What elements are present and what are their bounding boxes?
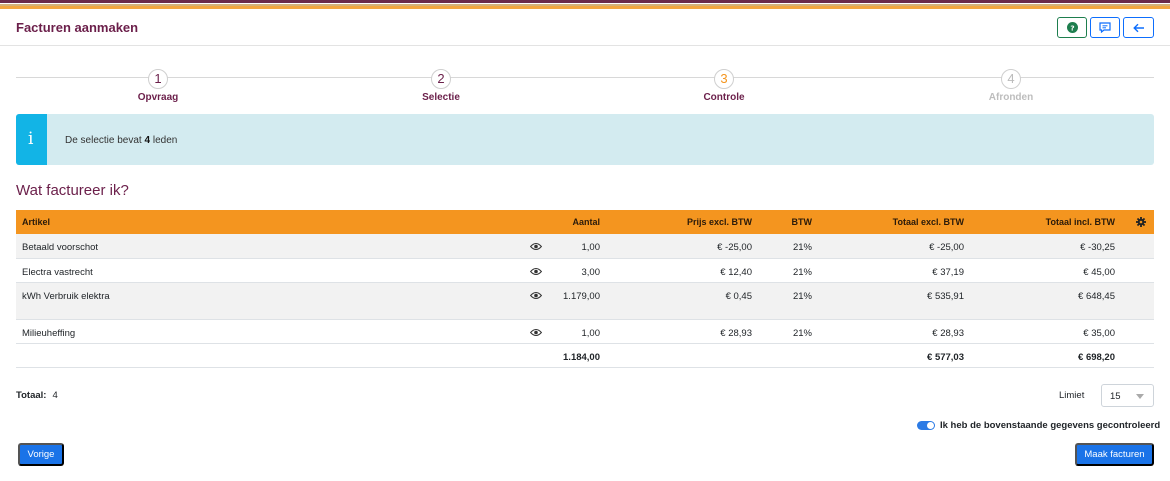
artikel-cell: Betaald voorschot <box>22 242 99 253</box>
info-text: De selectie bevat 4 leden <box>65 135 178 146</box>
back-button[interactable] <box>1123 17 1154 38</box>
step-number: 4 <box>1001 69 1021 89</box>
btw-cell: 21% <box>792 328 812 339</box>
comment-button[interactable] <box>1090 17 1120 38</box>
prijs-cell: € 0,45 <box>725 291 752 302</box>
step-number: 2 <box>431 69 451 89</box>
prijs-cell: € 28,93 <box>720 328 752 339</box>
aantal-cell: 1.179,00 <box>563 291 600 302</box>
totaal-incl-cell: € 45,00 <box>1083 267 1115 278</box>
confirm-toggle[interactable] <box>917 420 935 430</box>
view-row-button[interactable] <box>530 283 546 319</box>
totaal-incl-cell: € 648,45 <box>1078 291 1115 302</box>
limit-select[interactable]: 15 <box>1101 384 1154 407</box>
info-bar: i <box>16 114 47 165</box>
table-row: Betaald voorschot 1,00 € -25,00 21% € -2… <box>16 234 1154 259</box>
table-header: Artikel Aantal Prijs excl. BTW BTW Totaa… <box>16 210 1154 234</box>
create-invoices-button[interactable]: Maak facturen <box>1075 443 1154 466</box>
aantal-cell: 1,00 <box>581 328 601 339</box>
table-row: kWh Verbruik elektra 1.179,00 € 0,45 21%… <box>16 283 1154 320</box>
column-totaal-excl[interactable]: Totaal excl. BTW <box>816 210 964 234</box>
table-row: Electra vastrecht 3,00 € 12,40 21% € 37,… <box>16 259 1154 283</box>
totaal-excl-cell: € 535,91 <box>927 291 964 302</box>
step-label: Opvraag <box>137 92 179 103</box>
limit-label: Limiet <box>1059 390 1085 401</box>
step-selectie[interactable]: 2 Selectie <box>361 69 521 103</box>
section-title: Wat factureer ik? <box>16 182 129 199</box>
column-aantal[interactable]: Aantal <box>546 210 600 234</box>
total-incl: € 698,20 <box>1078 352 1115 363</box>
member-count: 4 <box>144 135 151 146</box>
step-number: 1 <box>148 69 168 89</box>
eye-icon <box>530 268 542 275</box>
confirm-toggle-row[interactable]: Ik heb de bovenstaande gegevens gecontro… <box>917 419 1160 431</box>
previous-button[interactable]: Vorige <box>18 443 64 466</box>
btw-cell: 21% <box>792 267 812 278</box>
total-value: 4 <box>52 390 58 401</box>
aantal-cell: 1,00 <box>581 242 601 253</box>
question-icon: ? <box>1066 22 1078 33</box>
record-total: Totaal: 4 <box>16 390 58 401</box>
comment-icon <box>1099 22 1111 33</box>
eye-icon <box>530 292 542 299</box>
step-label: Selectie <box>422 92 460 103</box>
step-opvraag[interactable]: 1 Opvraag <box>78 69 238 103</box>
caret-down-icon <box>1136 394 1144 399</box>
info-alert: i De selectie bevat 4 leden <box>16 114 1154 165</box>
page-header: Facturen aanmaken ? <box>0 9 1170 46</box>
step-number: 3 <box>714 69 734 89</box>
step-afronden: 4 Afronden <box>931 69 1091 103</box>
limit-value: 15 <box>1110 391 1121 402</box>
prijs-cell: € 12,40 <box>720 267 752 278</box>
svg-text:?: ? <box>1070 23 1074 32</box>
aantal-cell: 3,00 <box>581 267 601 278</box>
totaal-excl-cell: € 37,19 <box>932 267 964 278</box>
help-button[interactable]: ? <box>1057 17 1087 38</box>
brand-stripe <box>0 0 1170 9</box>
gear-icon <box>1136 217 1146 227</box>
column-btw[interactable]: BTW <box>756 210 813 234</box>
confirm-label: Ik heb de bovenstaande gegevens gecontro… <box>940 419 1161 431</box>
totaal-excl-cell: € -25,00 <box>929 242 964 253</box>
column-artikel[interactable]: Artikel <box>22 210 50 234</box>
prijs-cell: € -25,00 <box>717 242 752 253</box>
btw-cell: 21% <box>792 242 812 253</box>
btw-cell: 21% <box>792 291 812 302</box>
column-prijs[interactable]: Prijs excl. BTW <box>606 210 752 234</box>
total-excl: € 577,03 <box>927 352 964 363</box>
column-totaal-incl[interactable]: Totaal incl. BTW <box>966 210 1115 234</box>
step-label: Controle <box>703 92 745 103</box>
total-label: Totaal: <box>16 390 47 401</box>
table-row: Milieuheffing 1,00 € 28,93 21% € 28,93 €… <box>16 320 1154 344</box>
table-totals-row: 1.184,00 € 577,03 € 698,20 <box>16 344 1154 368</box>
artikel-cell: Milieuheffing <box>22 328 76 339</box>
page-title: Facturen aanmaken <box>16 20 139 35</box>
step-controle[interactable]: 3 Controle <box>644 69 804 103</box>
eye-icon <box>530 243 542 250</box>
table-settings-button[interactable] <box>1136 210 1150 234</box>
arrow-left-icon <box>1132 23 1144 32</box>
artikel-cell: kWh Verbruik elektra <box>22 291 110 302</box>
view-row-button[interactable] <box>530 234 546 258</box>
totaal-excl-cell: € 28,93 <box>932 328 964 339</box>
view-row-button[interactable] <box>530 259 546 282</box>
totaal-incl-cell: € -30,25 <box>1080 242 1115 253</box>
info-icon: i <box>28 129 34 149</box>
view-row-button[interactable] <box>530 320 546 343</box>
artikel-cell: Electra vastrecht <box>22 267 93 278</box>
invoice-table: Artikel Aantal Prijs excl. BTW BTW Totaa… <box>16 210 1154 368</box>
total-aantal: 1.184,00 <box>563 352 600 363</box>
totaal-incl-cell: € 35,00 <box>1083 328 1115 339</box>
step-label: Afronden <box>988 92 1034 103</box>
eye-icon <box>530 329 542 336</box>
